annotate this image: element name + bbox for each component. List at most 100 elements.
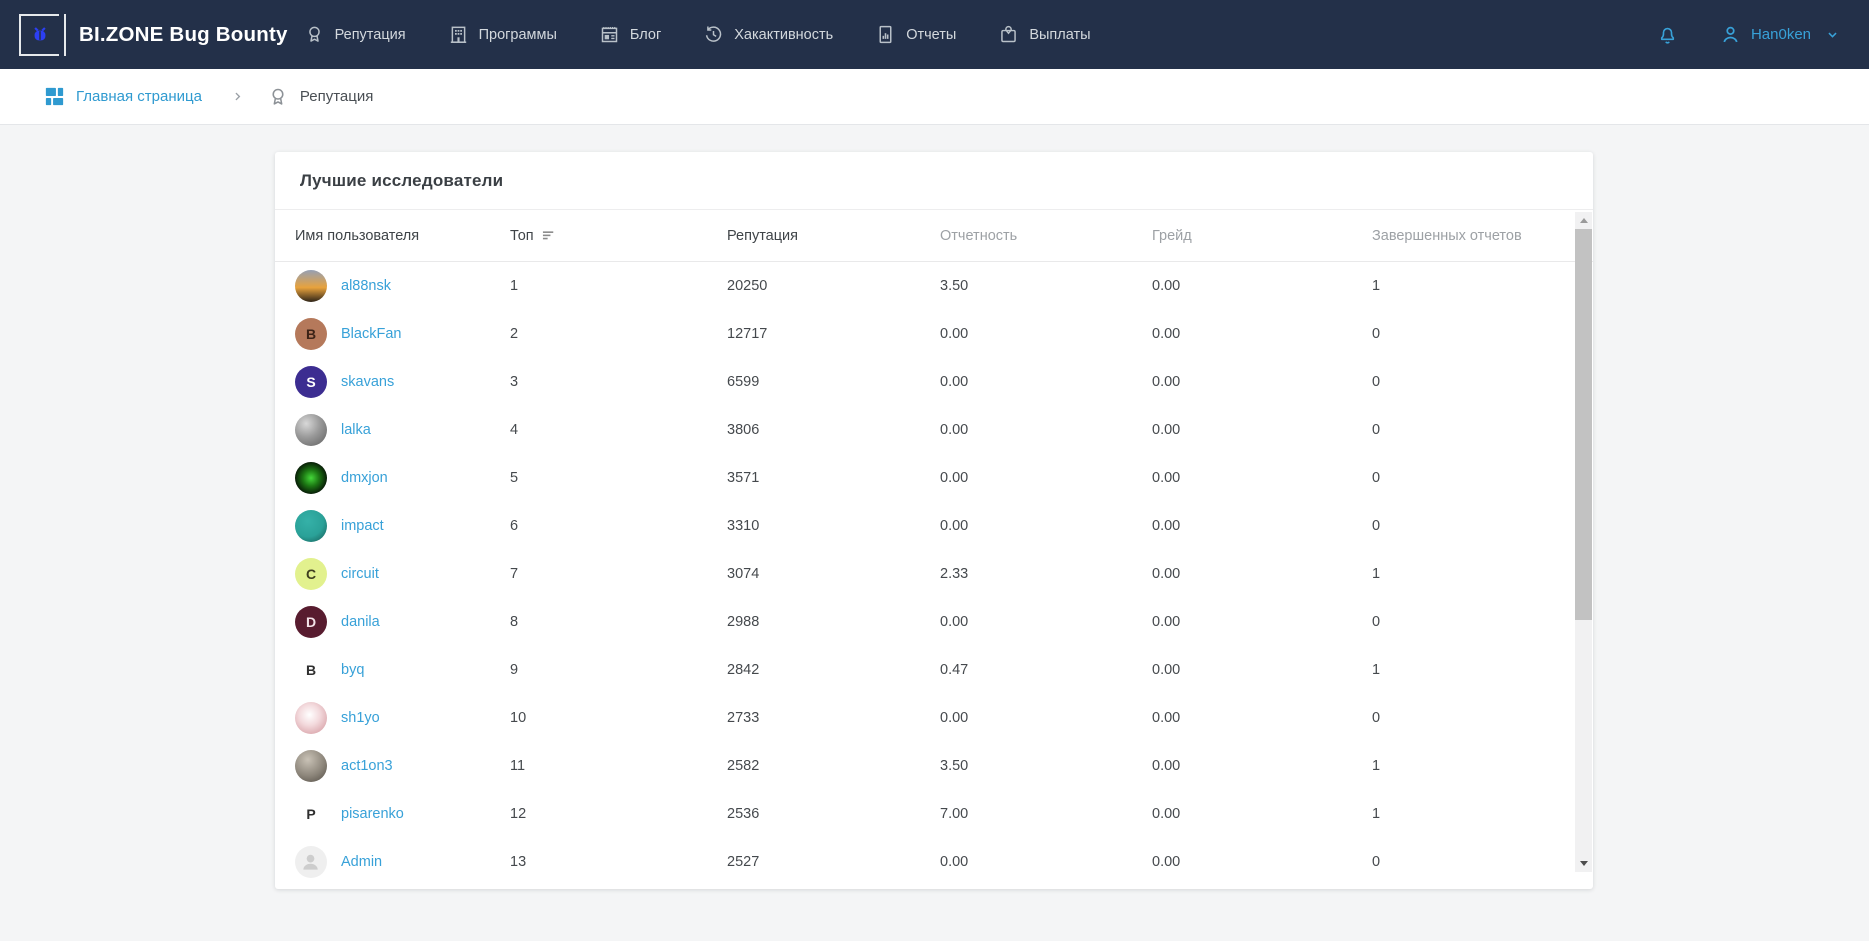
column-header[interactable]: Репутация (727, 228, 940, 244)
reputation-cell: 3806 (727, 422, 940, 438)
user-avatar (295, 270, 327, 302)
sort-icon (542, 228, 557, 243)
username-link[interactable]: byq (341, 662, 364, 678)
medal-icon (267, 86, 289, 108)
table-row: B BlackFan 2 12717 0.00 0.00 0 (275, 310, 1593, 358)
top-researchers-card: Лучшие исследователи Имя пользователя То… (275, 152, 1593, 889)
table-row: impact 6 3310 0.00 0.00 0 (275, 502, 1593, 550)
nav-item-blog[interactable]: Блог (599, 24, 661, 45)
top-cell: 3 (510, 374, 727, 390)
reporting-cell: 0.00 (940, 374, 1152, 390)
username-link[interactable]: impact (341, 518, 384, 534)
grade-cell: 0.00 (1152, 518, 1372, 534)
username-link[interactable]: pisarenko (341, 806, 404, 822)
scrollbar-track[interactable] (1575, 229, 1592, 855)
notifications-bell-icon[interactable] (1656, 23, 1679, 46)
completed-cell: 0 (1372, 326, 1553, 342)
username-link[interactable]: danila (341, 614, 380, 630)
reporting-cell: 0.00 (940, 518, 1152, 534)
main-nav: Репутация Программы Блог Хакактивность О… (304, 24, 1091, 45)
reputation-cell: 3571 (727, 470, 940, 486)
reporting-cell: 7.00 (940, 806, 1152, 822)
top-cell: 9 (510, 662, 727, 678)
grade-cell: 0.00 (1152, 758, 1372, 774)
table-row: B byq 9 2842 0.47 0.00 1 (275, 646, 1593, 694)
card-title: Лучшие исследователи (300, 171, 503, 191)
nav-item-reputation[interactable]: Репутация (304, 24, 406, 45)
user-avatar: B (295, 318, 327, 350)
medal-icon (304, 24, 325, 45)
reporting-cell: 2.33 (940, 566, 1152, 582)
table-row: Admin 13 2527 0.00 0.00 0 (275, 838, 1593, 886)
username-link[interactable]: al88nsk (341, 278, 391, 294)
column-header[interactable]: Завершенных отчетов (1372, 228, 1553, 244)
grade-cell: 0.00 (1152, 662, 1372, 678)
scrollbar-thumb[interactable] (1575, 229, 1592, 620)
building-icon (448, 24, 469, 45)
top-cell: 5 (510, 470, 727, 486)
user-avatar: B (295, 654, 327, 686)
completed-cell: 0 (1372, 854, 1553, 870)
user-menu[interactable]: Han0ken (1719, 23, 1841, 46)
card-header: Лучшие исследователи (275, 152, 1593, 210)
table-row: P pisarenko 12 2536 7.00 0.00 1 (275, 790, 1593, 838)
reputation-cell: 3310 (727, 518, 940, 534)
username-link[interactable]: dmxjon (341, 470, 388, 486)
username-link[interactable]: skavans (341, 374, 394, 390)
top-cell: 12 (510, 806, 727, 822)
nav-item-reports[interactable]: Отчеты (875, 24, 956, 45)
user-avatar-icon (1719, 23, 1742, 46)
table-scrollbar (1575, 212, 1592, 872)
column-header[interactable]: Топ (510, 228, 727, 244)
username-link[interactable]: circuit (341, 566, 379, 582)
user-avatar: P (295, 798, 327, 830)
nav-item-hacktivity[interactable]: Хакактивность (703, 24, 833, 45)
user-avatar: C (295, 558, 327, 590)
bizone-bug-logo-icon (19, 14, 59, 56)
reputation-cell: 2536 (727, 806, 940, 822)
reputation-cell: 2582 (727, 758, 940, 774)
top-cell: 1 (510, 278, 727, 294)
table-row: D danila 8 2988 0.00 0.00 0 (275, 598, 1593, 646)
reporting-cell: 0.00 (940, 470, 1152, 486)
user-avatar (295, 750, 327, 782)
wallet-icon (998, 24, 1019, 45)
username-link[interactable]: Admin (341, 854, 382, 870)
username-link[interactable]: sh1yo (341, 710, 380, 726)
grade-cell: 0.00 (1152, 710, 1372, 726)
nav-item-programs[interactable]: Программы (448, 24, 557, 45)
table-row: al88nsk 1 20250 3.50 0.00 1 (275, 262, 1593, 310)
completed-cell: 1 (1372, 278, 1553, 294)
user-avatar (295, 414, 327, 446)
username-link[interactable]: act1on3 (341, 758, 393, 774)
report-icon (875, 24, 896, 45)
user-avatar (295, 702, 327, 734)
table-row: sh1yo 10 2733 0.00 0.00 0 (275, 694, 1593, 742)
completed-cell: 0 (1372, 470, 1553, 486)
brand-logo[interactable]: BI.ZONE Bug Bounty (19, 14, 288, 56)
user-avatar (295, 462, 327, 494)
grade-cell: 0.00 (1152, 374, 1372, 390)
column-header[interactable]: Отчетность (940, 228, 1152, 244)
scrollbar-up-arrow[interactable] (1575, 212, 1592, 229)
column-header[interactable]: Имя пользователя (295, 228, 510, 244)
reporting-cell: 0.00 (940, 326, 1152, 342)
user-avatar: D (295, 606, 327, 638)
grade-cell: 0.00 (1152, 326, 1372, 342)
username-link[interactable]: lalka (341, 422, 371, 438)
table-body: al88nsk 1 20250 3.50 0.00 1 B BlackFan 2… (275, 262, 1593, 888)
dashboard-grid-icon[interactable] (43, 85, 66, 108)
reporting-cell: 0.47 (940, 662, 1152, 678)
scrollbar-down-arrow[interactable] (1575, 855, 1592, 872)
breadcrumb-current: Репутация (300, 88, 373, 105)
table-row: act1on3 11 2582 3.50 0.00 1 (275, 742, 1593, 790)
reporting-cell: 3.50 (940, 758, 1152, 774)
reporting-cell: 3.50 (940, 278, 1152, 294)
column-header[interactable]: Грейд (1152, 228, 1372, 244)
breadcrumb-home-link[interactable]: Главная страница (76, 88, 202, 105)
reputation-cell: 2733 (727, 710, 940, 726)
username-link[interactable]: BlackFan (341, 326, 401, 342)
user-avatar (295, 846, 327, 878)
nav-item-payouts[interactable]: Выплаты (998, 24, 1090, 45)
top-cell: 2 (510, 326, 727, 342)
